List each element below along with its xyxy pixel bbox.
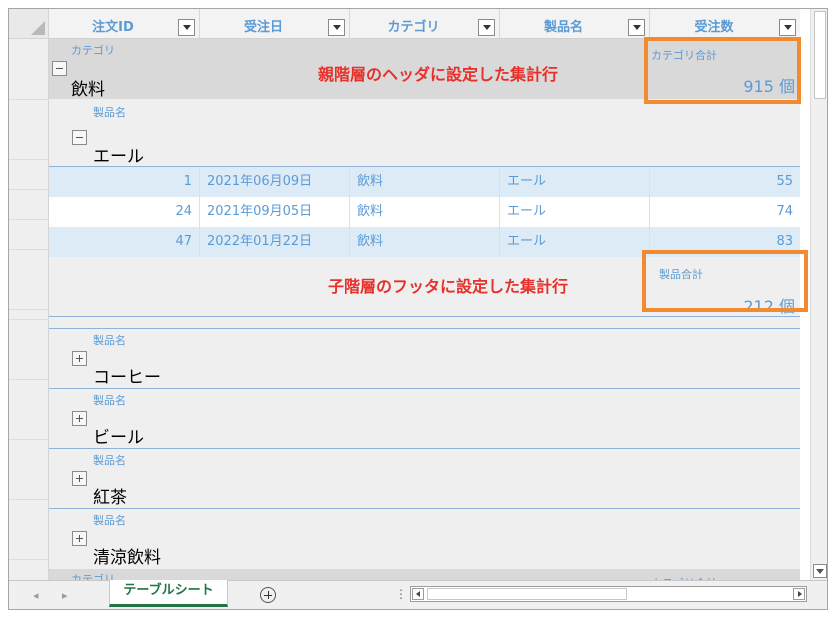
cell-order-date[interactable]: 2021年06月09日 [200,167,350,197]
column-header-order-date[interactable]: 受注日 [200,9,350,39]
category-field-label: カテゴリ [71,573,115,580]
cell-product[interactable]: エール [500,227,650,257]
scroll-left-icon[interactable] [412,588,424,600]
column-header-label: 受注数 [694,20,734,35]
scroll-down-icon[interactable] [813,564,827,578]
cell-order-date[interactable]: 2022年01月22日 [200,227,350,257]
vertical-scrollbar[interactable] [810,9,827,580]
product-field-label: 製品名 [93,454,126,467]
sheet-tab[interactable]: テーブルシート [109,580,228,607]
cell-order-date[interactable]: 2021年09月05日 [200,197,350,227]
table-row[interactable]: 24 2021年09月05日 飲料 エール 74 [49,197,800,227]
expand-icon[interactable] [72,351,87,366]
column-header-order-id[interactable]: 注文ID [49,9,200,39]
filter-dropdown-icon[interactable] [328,19,345,36]
cell-product[interactable]: エール [500,197,650,227]
product-field-label: 製品名 [93,106,126,119]
table-row[interactable]: 1 2021年06月09日 飲料 エール 55 [49,167,800,197]
expand-icon[interactable] [72,531,87,546]
row-header-column [9,39,49,580]
category-group-header: カテゴリ カテゴリ合計 [49,569,800,580]
cell-order-id[interactable]: 24 [49,197,200,227]
column-header-label: 注文ID [92,20,134,35]
product-group-value: 清涼飲料 [93,548,161,568]
collapse-icon[interactable] [72,130,87,145]
vertical-scroll-thumb[interactable] [814,11,826,99]
product-group-value: エール [93,147,144,167]
cell-quantity[interactable]: 55 [650,167,800,197]
column-header-category[interactable]: カテゴリ [350,9,500,39]
filter-dropdown-icon[interactable] [779,19,796,36]
filter-dropdown-icon[interactable] [178,19,195,36]
product-group-header: 製品名 コーヒー [49,329,800,389]
product-group-value: ビール [93,428,144,448]
annotation-child-footer: 子階層のフッタに設定した集計行 [328,277,569,296]
add-sheet-icon[interactable] [260,587,276,603]
filter-dropdown-icon[interactable] [628,19,645,36]
cell-order-id[interactable]: 47 [49,227,200,257]
select-all-corner[interactable] [9,9,49,39]
cell-order-id[interactable]: 1 [49,167,200,197]
expand-icon[interactable] [72,411,87,426]
prev-sheet-icon[interactable]: ◂ [33,589,39,602]
product-field-label: 製品名 [93,334,126,347]
column-header-bar: 注文ID 受注日 カテゴリ 製品名 受注数 [49,9,800,39]
horizontal-scroll-thumb[interactable] [427,588,627,600]
cell-category[interactable]: 飲料 [350,167,500,197]
collapse-icon[interactable] [52,61,67,76]
category-group-value: 飲料 [71,80,105,100]
product-field-label: 製品名 [93,394,126,407]
product-group-header: 製品名 紅茶 [49,449,800,509]
cell-category[interactable]: 飲料 [350,197,500,227]
category-field-label: カテゴリ [71,44,115,57]
column-header-product[interactable]: 製品名 [500,9,650,39]
cell-category[interactable]: 飲料 [350,227,500,257]
product-group-value: 紅茶 [93,488,127,508]
product-group-value: コーヒー [93,368,161,388]
spreadsheet-window: 注文ID 受注日 カテゴリ 製品名 受注数 カテゴリ 飲料 カテゴリ合計 915… [8,8,828,610]
horizontal-scrollbar[interactable] [410,586,807,602]
splitter-handle-icon[interactable]: ⋮ [395,587,407,601]
expand-icon[interactable] [72,471,87,486]
filter-dropdown-icon[interactable] [478,19,495,36]
product-field-label: 製品名 [93,514,126,527]
cell-product[interactable]: エール [500,167,650,197]
product-group-header: 製品名 清涼飲料 [49,509,800,569]
next-sheet-icon[interactable]: ▸ [62,589,68,602]
product-group-header: 製品名 エール [49,99,800,167]
product-group-header: 製品名 ビール [49,389,800,449]
column-header-label: カテゴリ [387,20,440,35]
product-total-callout [642,250,808,312]
column-header-quantity[interactable]: 受注数 [650,9,800,39]
column-header-label: 受注日 [243,20,283,35]
sheet-tab-bar: ◂ ▸ テーブルシート ⋮ [9,580,827,609]
annotation-parent-header: 親階層のヘッダに設定した集計行 [318,65,559,84]
cell-quantity[interactable]: 74 [650,197,800,227]
category-total-callout [644,37,801,104]
scroll-right-icon[interactable] [793,588,805,600]
column-header-label: 製品名 [543,20,583,35]
